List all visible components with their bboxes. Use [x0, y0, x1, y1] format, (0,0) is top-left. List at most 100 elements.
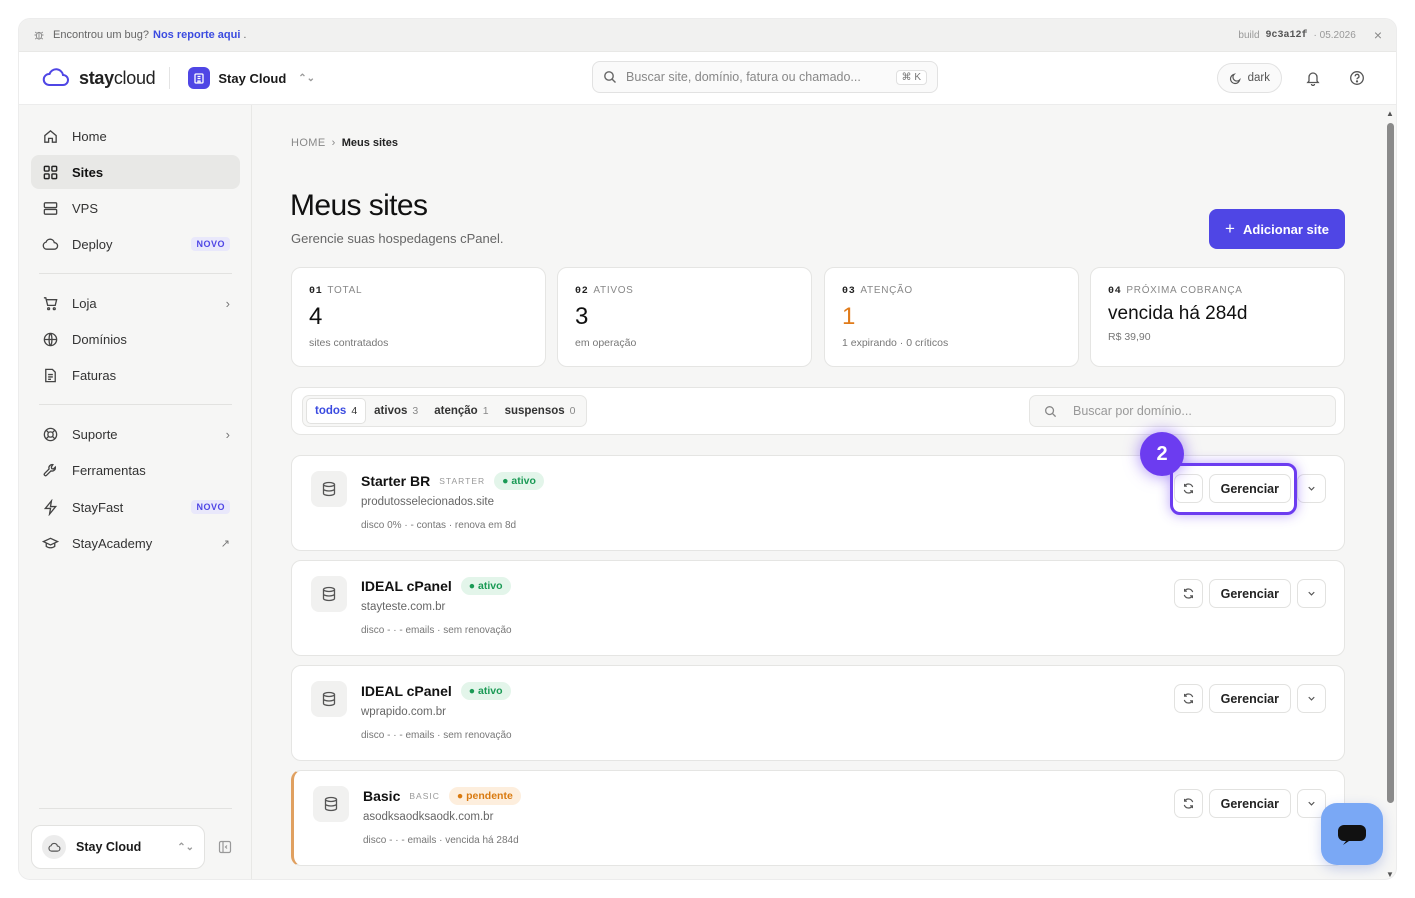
theme-toggle-button[interactable]: dark [1216, 63, 1282, 93]
breadcrumb-separator: › [331, 137, 336, 149]
site-meta: disco - · - emails · sem renovação [361, 730, 512, 741]
search-icon [1045, 405, 1057, 417]
site-card: Starter BR STARTER ● ativo produtosselec… [291, 432, 1345, 551]
tab-atencao[interactable]: atenção 1 [426, 398, 496, 424]
stat-label: 03 ATENÇÃO [842, 285, 913, 297]
refresh-button[interactable] [1173, 684, 1203, 713]
refresh-icon [1183, 693, 1193, 704]
site-actions: Gerenciar [1173, 474, 1326, 503]
sidebar-item-suporte[interactable]: Suporte › [31, 417, 240, 451]
sidebar-divider [39, 404, 232, 405]
tutorial-step-badge: 2 [1140, 432, 1184, 476]
tab-ativos[interactable]: ativos 3 [366, 398, 426, 424]
chat-icon [1338, 825, 1366, 845]
sidebar-item-ferramentas[interactable]: Ferramentas [31, 453, 240, 487]
close-icon[interactable]: × [1374, 27, 1382, 43]
org-badge [188, 67, 211, 89]
site-name-row: IDEAL cPanel ● ativo [361, 682, 511, 700]
domain-search-input[interactable]: Buscar por domínio... [1029, 395, 1336, 427]
server-icon [41, 199, 59, 217]
sidebar-item-dominios[interactable]: Domínios [31, 322, 240, 356]
bug-report-text: Encontrou um bug? [53, 29, 150, 41]
global-search[interactable]: Buscar site, domínio, fatura ou chamado.… [592, 61, 938, 93]
site-name: IDEAL cPanel [361, 578, 452, 594]
sidebar-item-faturas[interactable]: Faturas [31, 358, 240, 392]
sidebar-item-loja[interactable]: Loja › [31, 286, 240, 320]
status-badge: ● pendente [448, 787, 521, 805]
site-domain[interactable]: produtosselecionados.site [361, 496, 494, 508]
app-window: Encontrou um bug? Nos reporte aqui . bui… [18, 18, 1397, 880]
manage-button[interactable]: Gerenciar [1208, 684, 1291, 713]
breadcrumb-home[interactable]: HOME [291, 137, 326, 149]
scroll-down-arrow-icon[interactable]: ▼ [1386, 870, 1394, 879]
bug-report-link[interactable]: Nos reporte aqui [153, 29, 240, 41]
add-site-button[interactable]: + Adicionar site [1209, 209, 1345, 249]
sidebar-item-vps[interactable]: VPS [31, 191, 240, 225]
sidebar-divider [39, 273, 232, 274]
stat-value: 4 [309, 303, 323, 330]
logo[interactable]: staycloud [41, 68, 156, 89]
wrench-icon [41, 461, 59, 479]
stat-value: vencida há 284d [1108, 303, 1248, 324]
bug-report-bar: Encontrou um bug? Nos reporte aqui . bui… [19, 19, 1396, 52]
tab-todos[interactable]: todos 4 [306, 398, 367, 424]
new-badge: NOVO [191, 237, 230, 251]
collapse-sidebar-icon[interactable] [217, 839, 233, 855]
site-name: Basic [363, 788, 401, 804]
home-icon [41, 127, 59, 145]
sidebar-item-deploy[interactable]: Deploy NOVO [31, 227, 240, 261]
expand-button[interactable] [1297, 579, 1326, 608]
refresh-button[interactable] [1173, 474, 1203, 503]
expand-button[interactable] [1297, 684, 1326, 713]
global-search-placeholder: Buscar site, domínio, fatura ou chamado.… [626, 70, 861, 84]
chevron-down-icon [1308, 591, 1315, 596]
manage-button[interactable]: Gerenciar [1208, 474, 1291, 503]
site-meta: disco - · - emails · vencida há 284d [363, 835, 519, 846]
scroll-up-arrow-icon[interactable]: ▲ [1386, 109, 1394, 118]
bug-icon [34, 31, 44, 40]
help-icon [1350, 71, 1364, 85]
account-switcher[interactable]: Stay Cloud ⌃⌄ [31, 825, 205, 869]
tab-suspensos[interactable]: suspensos 0 [497, 398, 584, 424]
graduation-cap-icon [41, 534, 59, 552]
stat-note: 1 expirando · 0 críticos [842, 337, 949, 349]
site-card: IDEAL cPanel ● ativo wprapido.com.br dis… [291, 665, 1345, 761]
cloud-icon [41, 235, 59, 253]
manage-button[interactable]: Gerenciar [1208, 789, 1291, 818]
sidebar-item-sites[interactable]: Sites [31, 155, 240, 189]
expand-button[interactable] [1297, 474, 1326, 503]
site-name-row: IDEAL cPanel ● ativo [361, 577, 511, 595]
notifications-button[interactable] [1300, 65, 1326, 91]
site-domain[interactable]: wprapido.com.br [361, 706, 446, 718]
site-domain[interactable]: asodksaodksaodk.com.br [363, 811, 493, 823]
search-icon [604, 71, 616, 83]
updown-chevron-icon: ⌃⌄ [177, 841, 194, 853]
site-meta: disco - · - emails · sem renovação [361, 625, 512, 636]
help-button[interactable] [1344, 65, 1370, 91]
cloud-icon [47, 842, 60, 852]
stat-note: R$ 39,90 [1108, 331, 1151, 343]
site-domain[interactable]: stayteste.com.br [361, 601, 445, 613]
scrollbar-thumb[interactable] [1387, 123, 1394, 803]
org-switcher[interactable]: Stay Cloud ⌃⌄ [188, 67, 315, 89]
scrollbar[interactable]: ▲ ▼ [1384, 105, 1396, 879]
sidebar-item-stayacademy[interactable]: StayAcademy ↗ [31, 526, 240, 560]
stat-note: em operação [575, 337, 637, 349]
cloud-logo-icon [42, 68, 69, 86]
manage-button[interactable]: Gerenciar [1208, 579, 1291, 608]
sidebar-item-stayfast[interactable]: StayFast NOVO [31, 490, 240, 524]
bell-icon [1306, 72, 1320, 86]
refresh-button[interactable] [1173, 789, 1203, 818]
sidebar-item-label: VPS [72, 200, 99, 216]
sidebar-item-home[interactable]: Home [31, 119, 240, 153]
status-tabs: todos 4 ativos 3 atenção 1 suspensos 0 [302, 395, 588, 427]
new-badge: NOVO [191, 500, 230, 514]
chat-support-button[interactable] [1321, 803, 1383, 865]
database-icon [311, 681, 347, 717]
page-title: Meus sites [290, 189, 428, 222]
stat-label: 02 ATIVOS [575, 285, 634, 297]
database-icon [311, 471, 347, 507]
stat-label: 01 TOTAL [309, 285, 363, 297]
refresh-button[interactable] [1173, 579, 1203, 608]
build-date: · 05.2026 [1313, 29, 1356, 41]
